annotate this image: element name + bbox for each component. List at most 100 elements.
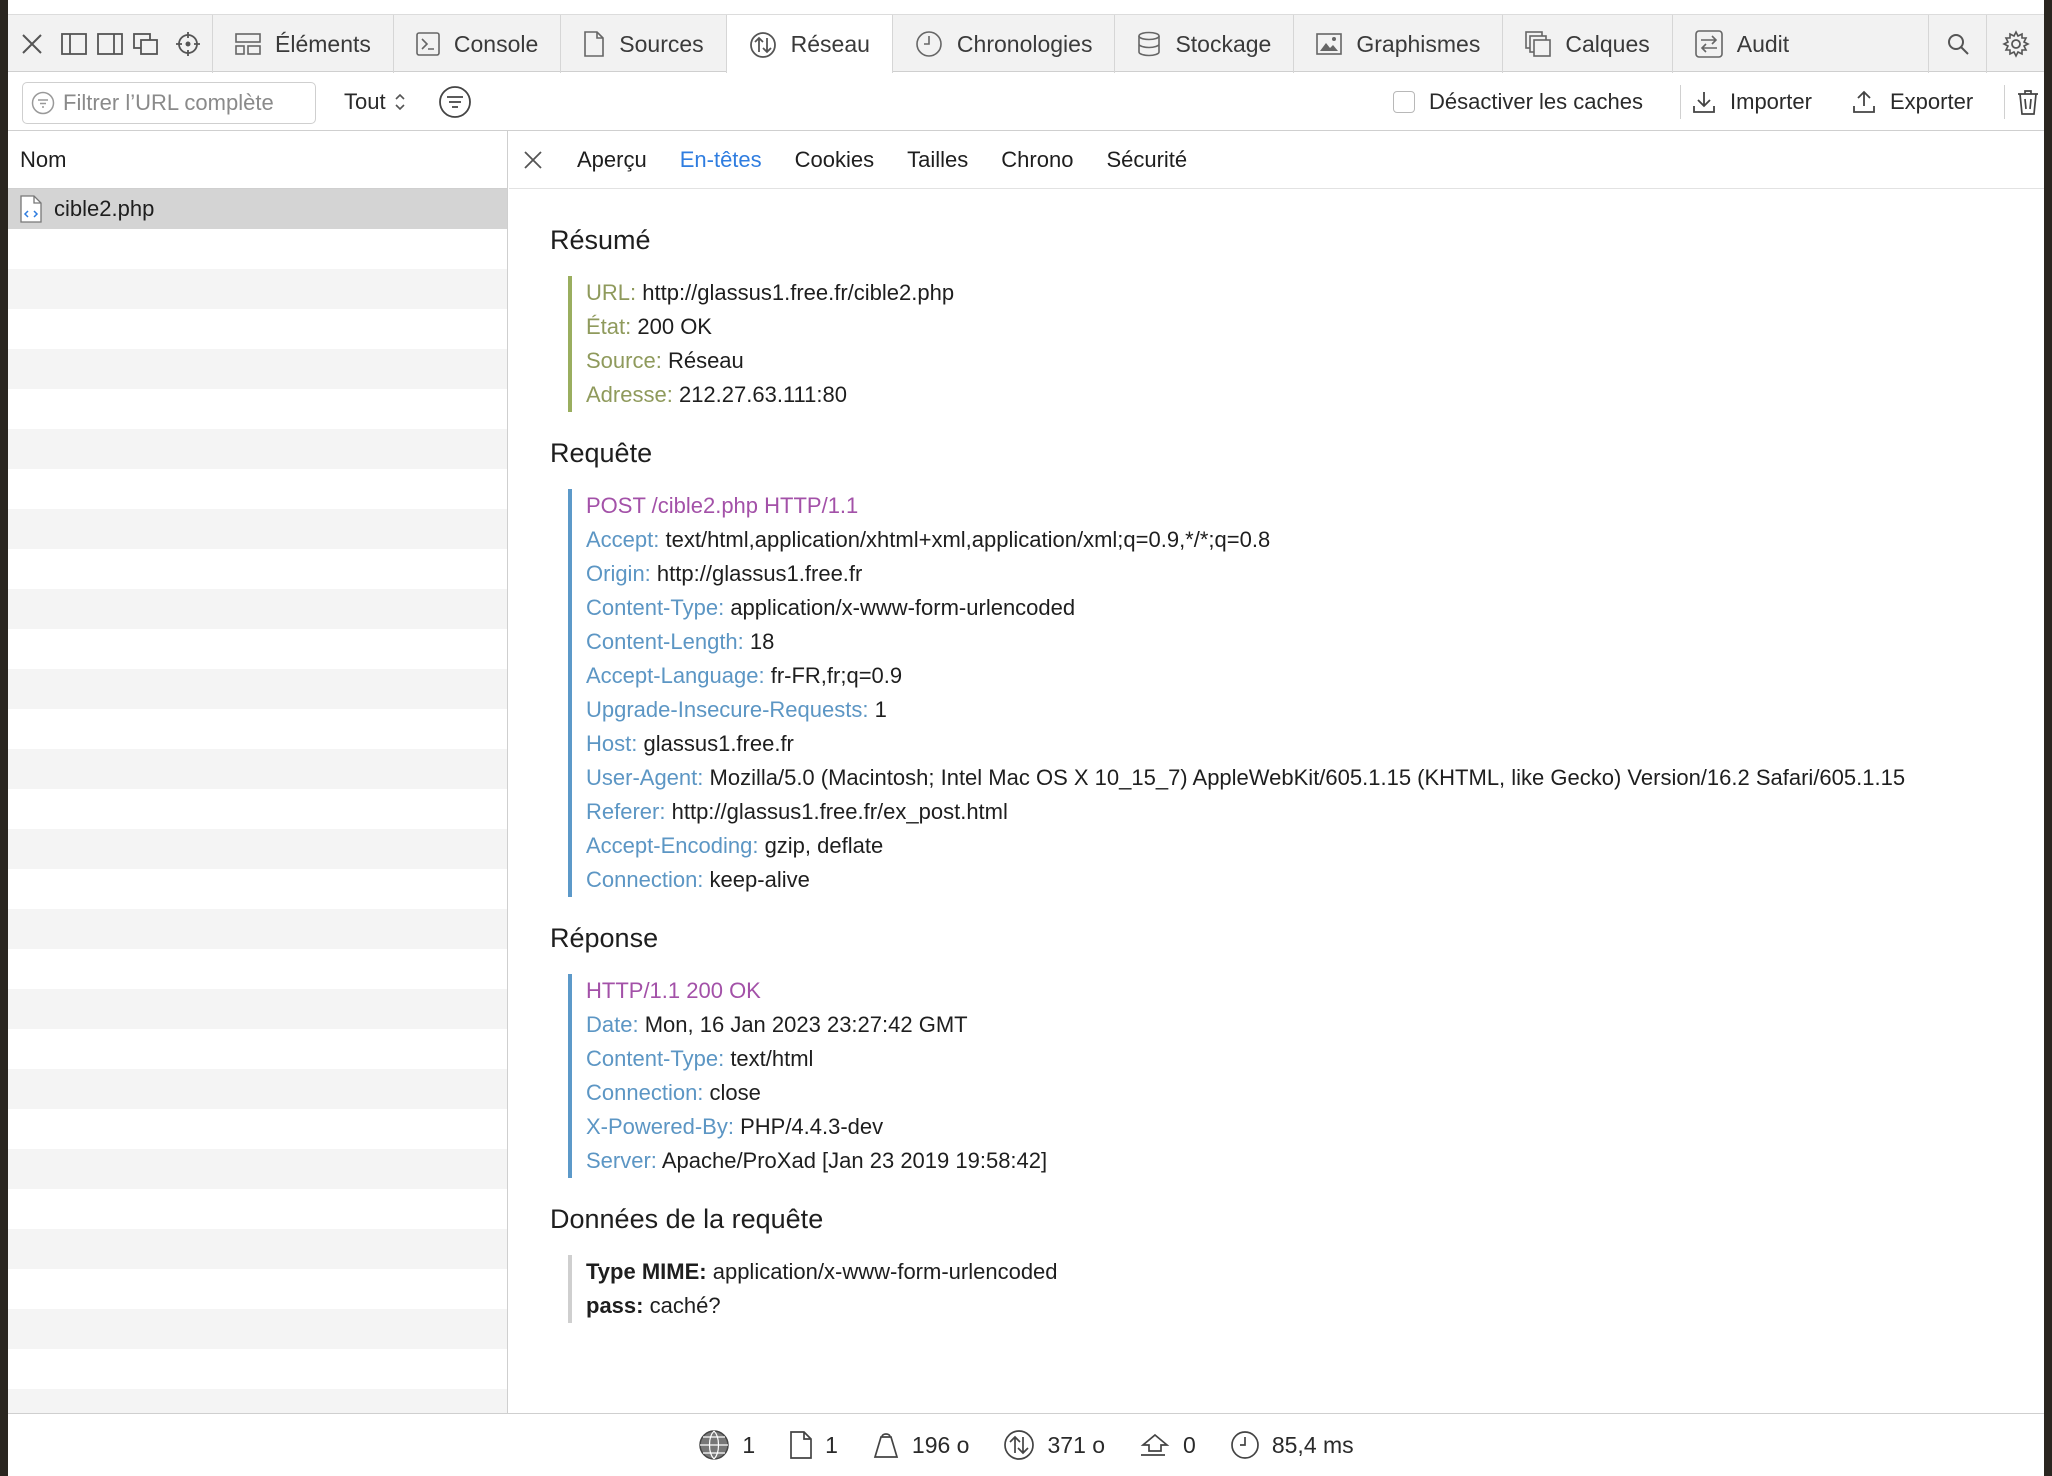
request-list: Nom cible2.php xyxy=(8,131,508,1413)
element-picker-icon[interactable] xyxy=(164,15,212,73)
tab-timing[interactable]: Chrono xyxy=(1001,147,1073,173)
summary-row: URL: http://glassus1.free.fr/cible2.php xyxy=(586,276,2044,310)
tab-layers[interactable]: Calques xyxy=(1502,15,1671,73)
header-row: Content-Type: application/x-www-form-url… xyxy=(586,591,2044,625)
request-detail-pane: Aperçu En-têtes Cookies Tailles Chrono S… xyxy=(509,131,2044,1413)
sources-icon xyxy=(584,31,605,57)
layers-icon xyxy=(1525,31,1552,57)
tab-label: Graphismes xyxy=(1356,30,1481,57)
tab-graphics[interactable]: Graphismes xyxy=(1293,15,1502,73)
tab-timelines[interactable]: Chronologies xyxy=(891,15,1115,73)
tab-label: Chronologies xyxy=(956,30,1093,57)
search-icon[interactable] xyxy=(1928,15,1986,73)
empty-row xyxy=(8,709,507,749)
section-title: Requête xyxy=(550,438,653,468)
php-file-icon xyxy=(20,195,42,223)
summary-row: Source: Réseau xyxy=(586,344,2044,378)
name-column-header[interactable]: Nom xyxy=(8,131,507,189)
redirect-icon xyxy=(1140,1433,1170,1456)
weight-icon xyxy=(873,1433,899,1458)
header-value: 1 xyxy=(874,697,887,722)
empty-row xyxy=(8,1189,507,1229)
close-detail-icon[interactable] xyxy=(523,150,543,170)
header-key: Origin: xyxy=(586,561,651,586)
divider xyxy=(2004,85,2005,119)
header-row: Origin: http://glassus1.free.fr xyxy=(586,557,2044,591)
section-title: Réponse xyxy=(550,923,659,953)
filter-options-icon[interactable] xyxy=(438,73,472,131)
empty-row xyxy=(8,1349,507,1389)
export-button[interactable]: Exporter xyxy=(1852,73,1973,131)
tab-label: Console xyxy=(453,30,539,57)
gear-icon[interactable] xyxy=(1986,15,2044,73)
url-filter-input[interactable] xyxy=(63,90,313,116)
empty-row xyxy=(8,1389,507,1413)
empty-row xyxy=(8,629,507,669)
data-row: pass: caché? xyxy=(586,1289,2044,1323)
header-value: close xyxy=(709,1080,761,1105)
tab-label: Éléments xyxy=(275,30,371,57)
header-row: Date: Mon, 16 Jan 2023 23:27:42 GMT xyxy=(586,1008,2044,1042)
import-button[interactable]: Importer xyxy=(1692,73,1812,131)
filter-icon xyxy=(31,91,55,115)
tab-preview[interactable]: Aperçu xyxy=(577,147,647,173)
header-key: Referer: xyxy=(586,799,666,824)
domains-count: 1 xyxy=(698,1429,755,1461)
empty-row xyxy=(8,749,507,789)
resource-type-select[interactable]: Tout xyxy=(344,73,406,131)
header-key: Date: xyxy=(586,1012,639,1037)
header-value: 200 OK xyxy=(637,314,712,339)
request-headers-block: POST /cible2.php HTTP/1.1 Accept: text/h… xyxy=(568,489,2044,897)
size-value: 371 o xyxy=(1047,1431,1106,1458)
data-value: caché? xyxy=(649,1293,721,1318)
tab-storage[interactable]: Stockage xyxy=(1114,15,1293,73)
tab-cookies[interactable]: Cookies xyxy=(795,147,874,173)
tab-label: Audit xyxy=(1736,30,1790,57)
data-key: Type MIME: xyxy=(586,1259,707,1284)
tab-headers[interactable]: En-têtes xyxy=(680,147,762,173)
tab-sources[interactable]: Sources xyxy=(560,15,725,73)
header-row: User-Agent: Mozilla/5.0 (Macintosh; Inte… xyxy=(586,761,2044,795)
dock-left-icon[interactable] xyxy=(56,15,92,73)
section-title: Résumé xyxy=(550,225,651,255)
header-key: Adresse: xyxy=(586,382,673,407)
disable-cache-checkbox[interactable] xyxy=(1393,91,1415,113)
detach-window-icon[interactable] xyxy=(128,15,164,73)
empty-row xyxy=(8,269,507,309)
dock-right-icon[interactable] xyxy=(92,15,128,73)
tab-audit[interactable]: Audit xyxy=(1671,15,1811,73)
empty-row xyxy=(8,1029,507,1069)
empty-row xyxy=(8,589,507,629)
empty-row xyxy=(8,1109,507,1149)
close-icon[interactable] xyxy=(8,15,56,73)
response-section: Réponse HTTP/1.1 200 OK Date: Mon, 16 Ja… xyxy=(550,923,2044,1178)
resources-value: 1 xyxy=(825,1431,838,1458)
tab-network[interactable]: Réseau xyxy=(725,15,892,74)
header-row: Content-Length: 18 xyxy=(586,625,2044,659)
request-line: POST /cible2.php HTTP/1.1 xyxy=(586,493,859,518)
tab-console[interactable]: Console xyxy=(392,15,560,73)
tab-sizes[interactable]: Tailles xyxy=(907,147,968,173)
request-section: Requête POST /cible2.php HTTP/1.1 Accept… xyxy=(550,438,2044,897)
transferred-value: 196 o xyxy=(911,1431,970,1458)
tab-label: Réseau xyxy=(790,31,870,57)
header-key: Accept: xyxy=(586,527,660,552)
header-value: text/html,application/xhtml+xml,applicat… xyxy=(665,527,1271,552)
empty-row xyxy=(8,509,507,549)
data-row: Type MIME: application/x-www-form-urlenc… xyxy=(586,1255,2044,1289)
storage-icon xyxy=(1138,31,1161,57)
tab-label: Sources xyxy=(619,30,704,57)
trash-icon[interactable] xyxy=(2017,73,2039,131)
tab-elements[interactable]: Éléments xyxy=(212,15,393,73)
empty-row xyxy=(8,1069,507,1109)
header-row: Accept: text/html,application/xhtml+xml,… xyxy=(586,523,2044,557)
inspector-toolbar: Éléments Console Sources Réseau Chronolo… xyxy=(8,14,2044,74)
transferred-size: 196 o xyxy=(872,1431,970,1459)
disable-cache-toggle[interactable]: Désactiver les caches xyxy=(1393,73,1643,131)
tab-security[interactable]: Sécurité xyxy=(1106,147,1187,173)
request-row-selected[interactable]: cible2.php xyxy=(8,189,507,229)
empty-row xyxy=(8,549,507,589)
data-value: application/x-www-form-urlencoded xyxy=(712,1259,1058,1284)
url-filter-field[interactable] xyxy=(22,82,316,124)
empty-row xyxy=(8,909,507,949)
